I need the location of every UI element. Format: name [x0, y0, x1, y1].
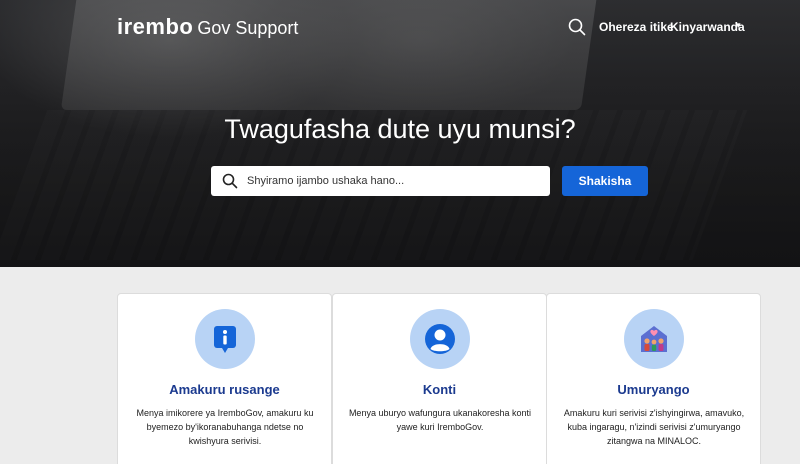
card-icon-circle	[195, 309, 255, 369]
hero-title: Twagufasha dute uyu munsi?	[224, 114, 576, 144]
submit-ticket-link[interactable]: Ohereza itike	[599, 20, 674, 34]
category-card-family[interactable]: Umuryango Amakuru kuri serivisi z'ishyin…	[546, 293, 761, 464]
category-card-account[interactable]: Konti Menya uburyo wafungura ukanakoresh…	[332, 293, 547, 464]
search-icon	[222, 173, 238, 189]
search-input[interactable]	[247, 175, 537, 187]
card-title: Konti	[422, 382, 457, 397]
card-icon-circle	[624, 309, 684, 369]
chevron-down-icon[interactable]: ▾	[736, 20, 741, 31]
logo-subtitle: Gov Support	[197, 18, 299, 38]
search-icon[interactable]	[568, 18, 586, 36]
logo-brand: irembo	[117, 14, 194, 39]
language-selector[interactable]: Kinyarwanda	[670, 20, 745, 34]
search-button[interactable]: Shakisha	[562, 166, 648, 196]
card-title: Umuryango	[617, 382, 690, 397]
card-title: Amakuru rusange	[169, 382, 280, 397]
hero-banner: irembo Gov Support Ohereza itike Kinyarw…	[0, 0, 800, 267]
irembo-logo[interactable]: irembo Gov Support	[117, 14, 298, 40]
card-description: Amakuru kuri serivisi z'ishyingirwa, ama…	[563, 408, 745, 446]
card-icon-circle	[410, 309, 470, 369]
search-bar[interactable]	[211, 166, 550, 196]
info-icon	[214, 326, 236, 353]
category-card-general-info[interactable]: Amakuru rusange Menya imikorere ya Iremb…	[117, 293, 332, 464]
card-description: Menya imikorere ya IremboGov, amakuru ku…	[136, 408, 314, 446]
top-navigation: irembo Gov Support Ohereza itike Kinyarw…	[0, 0, 800, 54]
family-house-icon	[641, 326, 667, 352]
user-icon	[425, 324, 455, 354]
card-description: Menya uburyo wafungura ukanakoresha kont…	[348, 408, 532, 432]
